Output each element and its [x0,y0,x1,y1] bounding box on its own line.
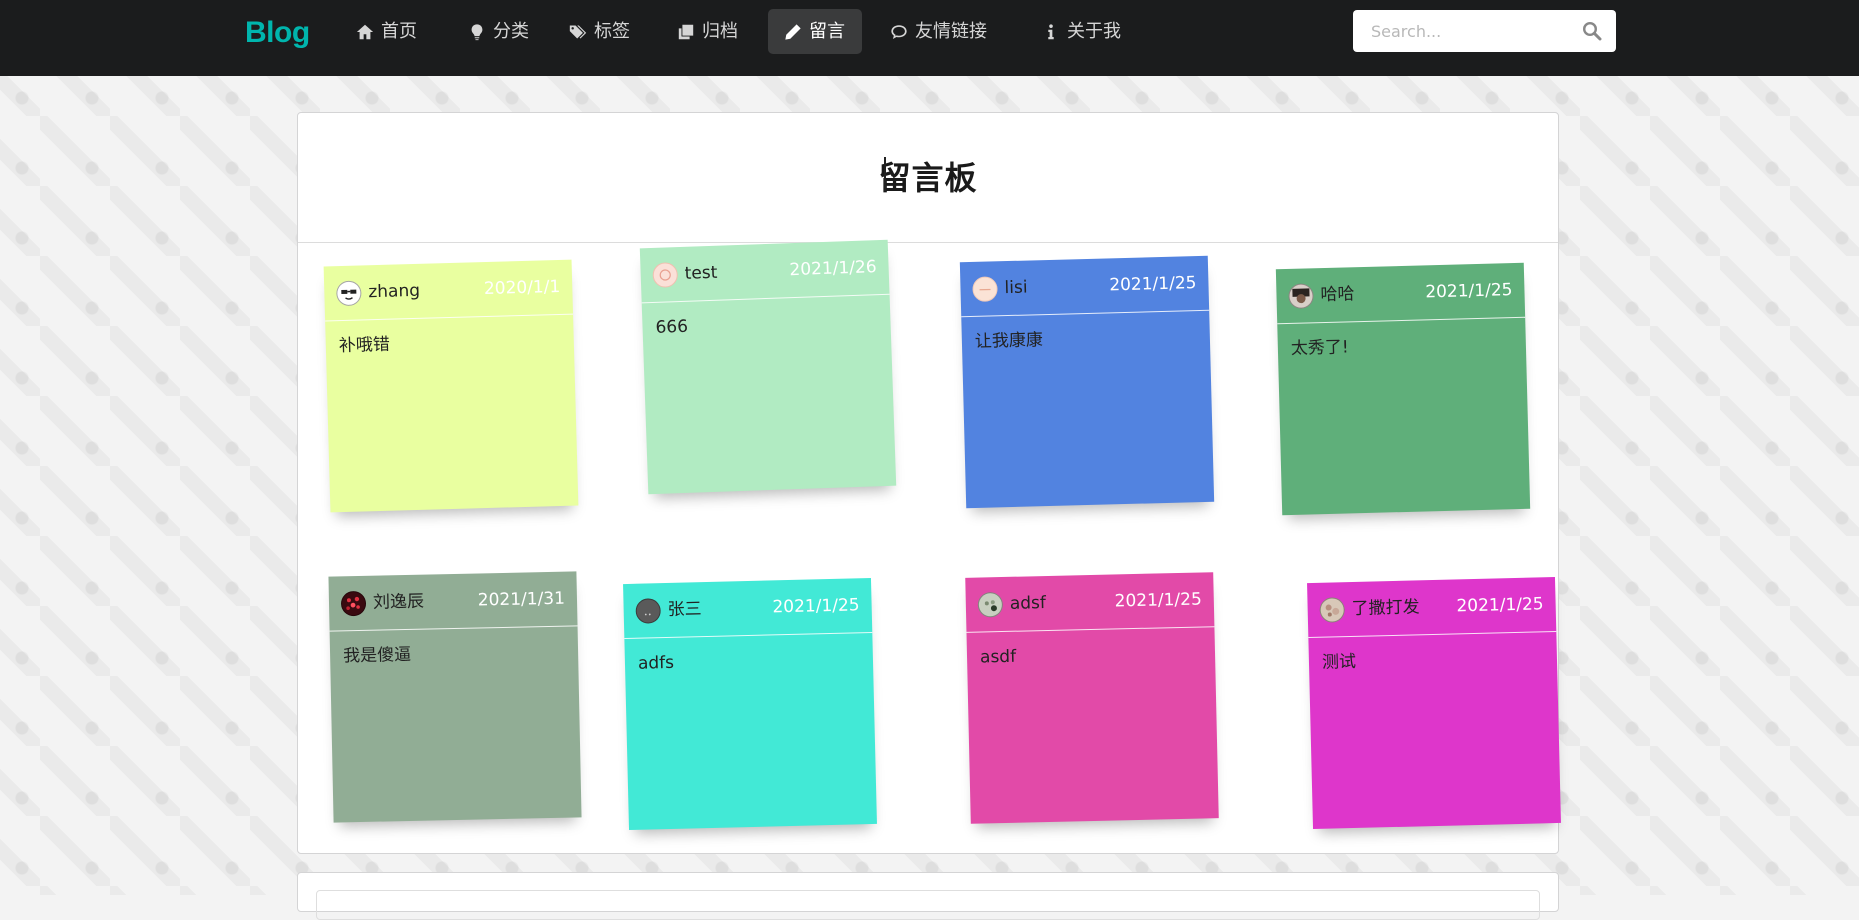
home-icon [356,24,374,39]
note-date: 2021/1/25 [1456,594,1544,617]
page-title: 留言板 [878,159,978,197]
info-icon [1048,23,1054,39]
nav-label: 归档 [702,21,738,42]
note-header: 张三 2021/1/25 [623,578,873,640]
top-navbar: Blog 首页 分类 标签 归档 留言 友情链接 关于我 [0,0,1859,76]
message-note[interactable]: adsf 2021/1/25 asdf [965,572,1219,824]
note-date: 2021/1/26 [789,257,877,281]
note-author: adsf [1009,593,1047,614]
search-input[interactable] [1353,10,1573,52]
note-header: 哈哈 2021/1/25 [1275,262,1526,325]
divider [298,242,1558,243]
note-header: 了撒打发 2021/1/25 [1307,577,1557,639]
avatar [336,280,362,307]
comment-icon [891,24,907,39]
avatar [340,590,367,617]
note-date: 2021/1/25 [1114,589,1203,612]
nav-label: 分类 [493,21,529,42]
note-author: 刘逸辰 [372,591,425,613]
note-date: 2021/1/25 [1109,273,1197,296]
message-note[interactable]: test 2021/1/26 666 [639,239,897,495]
nav-tags[interactable]: 标签 [553,9,646,54]
tags-icon [569,24,587,39]
nav-label: 留言 [809,21,845,42]
message-note[interactable]: lisi 2021/1/25 让我康康 [959,255,1215,509]
message-note[interactable]: 张三 2021/1/25 adfs [623,578,877,830]
note-header: test 2021/1/26 [639,239,890,304]
avatar [972,276,998,302]
note-author: test [684,262,718,284]
note-author: 张三 [667,599,702,620]
note-date: 2021/1/25 [772,595,860,618]
avatar [977,592,1004,618]
note-date: 2020/1/1 [483,276,561,300]
nav-home[interactable]: 首页 [340,9,433,54]
message-note[interactable]: 了撒打发 2021/1/25 测试 [1307,577,1561,829]
note-author: 了撒打发 [1351,597,1420,619]
note-author: 哈哈 [1320,284,1355,306]
lightbulb-icon [471,23,483,40]
message-note[interactable]: 哈哈 2021/1/25 太秀了! [1275,262,1531,516]
nav-label: 友情链接 [915,21,987,42]
note-content: asdf [979,646,1017,668]
note-header: 刘逸辰 2021/1/31 [328,571,578,632]
note-date: 2021/1/25 [1425,280,1513,303]
nav-label: 关于我 [1067,21,1121,42]
note-header: zhang 2020/1/1 [323,259,574,322]
nav-guestbook[interactable]: 留言 [768,9,862,54]
search-box [1353,10,1616,52]
nav-archive[interactable]: 归档 [661,9,754,54]
note-content: adfs [637,652,675,674]
nav-friend-links[interactable]: 友情链接 [874,9,1003,54]
note-date: 2021/1/31 [477,588,566,611]
avatar [635,598,661,624]
nav-categories[interactable]: 分类 [452,9,545,54]
note-author: lisi [1004,277,1028,299]
pencil-icon [785,23,801,40]
message-note[interactable]: zhang 2020/1/1 补哦错 [323,259,579,513]
note-content: 太秀了! [1290,337,1349,359]
note-content: 我是傻逼 [342,644,412,667]
brand-logo[interactable]: Blog [245,13,310,53]
note-author: zhang [368,280,421,303]
search-icon[interactable] [1582,21,1602,41]
nav-label: 首页 [381,21,417,42]
avatar [652,262,679,288]
avatar [1319,597,1345,623]
text-cursor [884,157,886,191]
clone-icon [678,24,694,39]
comment-form-card [297,872,1559,920]
note-header: adsf 2021/1/25 [965,572,1215,633]
note-content: 让我康康 [974,330,1044,352]
nav-about[interactable]: 关于我 [1026,9,1137,54]
note-content: 666 [655,316,689,338]
message-note[interactable]: 刘逸辰 2021/1/31 我是傻逼 [328,571,582,823]
note-header: lisi 2021/1/25 [959,255,1210,318]
nav-label: 标签 [594,21,630,42]
avatar [1288,283,1314,309]
note-content: 测试 [1321,651,1357,673]
note-content: 补哦错 [338,334,391,357]
